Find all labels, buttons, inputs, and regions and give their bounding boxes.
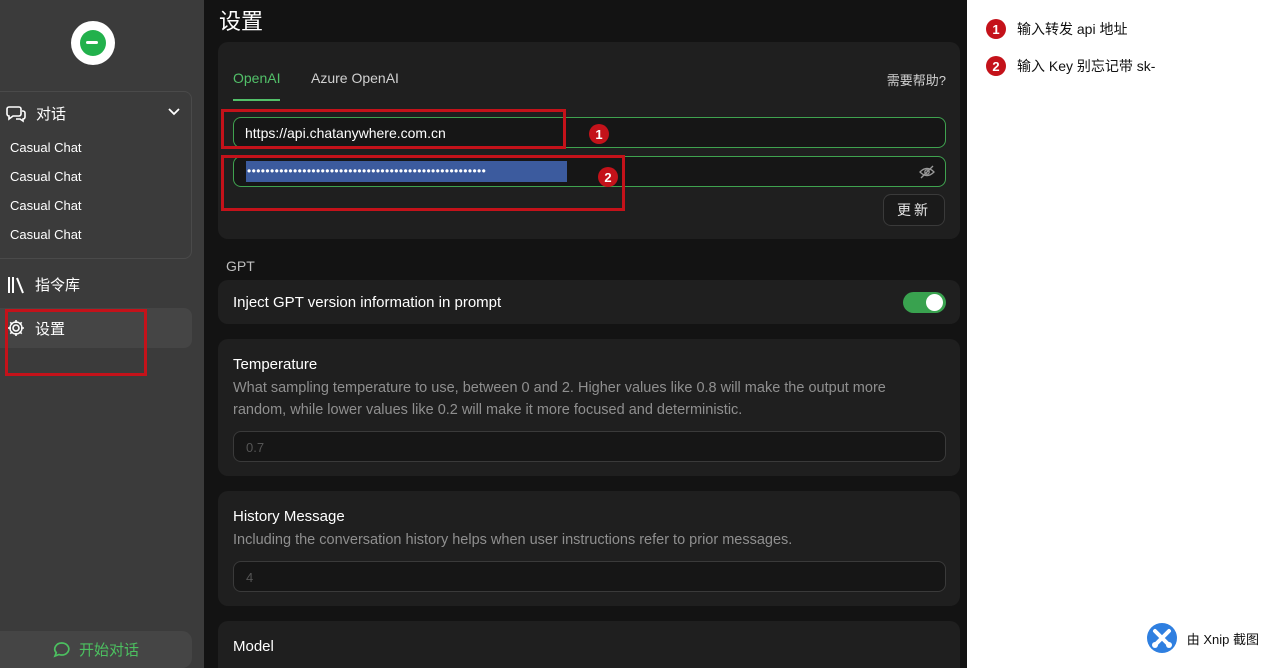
history-message-card: History Message Including the conversati… <box>218 491 960 606</box>
note-badge-2: 2 <box>986 56 1006 76</box>
logo-mark <box>80 30 108 56</box>
model-title: Model <box>233 638 274 655</box>
model-card: Model <box>218 621 960 668</box>
library-icon <box>6 275 26 295</box>
page-title: 设置 <box>219 9 264 34</box>
start-chat-button[interactable]: 开始对话 <box>0 631 192 668</box>
chat-list-item[interactable]: Casual Chat <box>10 169 82 184</box>
note-badge-1: 1 <box>986 19 1006 39</box>
note-1: 1 输入转发 api 地址 <box>986 19 1127 39</box>
temperature-title: Temperature <box>233 356 318 373</box>
history-message-input[interactable]: 4 <box>233 561 946 592</box>
tab-openai[interactable]: OpenAI <box>233 70 280 86</box>
sidebar-item-library[interactable]: 指令库 <box>6 274 80 295</box>
start-chat-label: 开始对话 <box>78 642 139 659</box>
note-2: 2 输入 Key 别忘记带 sk- <box>986 56 1155 76</box>
temperature-card: Temperature What sampling temperature to… <box>218 339 960 476</box>
chat-bubble-icon <box>6 103 26 123</box>
chat-list-item[interactable]: Casual Chat <box>10 140 82 155</box>
watermark-text: 由 Xnip 截图 <box>1186 631 1259 647</box>
active-tab-indicator <box>233 99 280 101</box>
history-message-description: Including the conversation history helps… <box>233 532 793 548</box>
tab-azure-openai[interactable]: Azure OpenAI <box>311 70 399 86</box>
update-button[interactable]: 更新 <box>883 194 945 226</box>
chevron-down-icon[interactable] <box>167 104 181 122</box>
annotation-badge-1: 1 <box>589 124 609 144</box>
note-1-text: 输入转发 api 地址 <box>1017 21 1128 37</box>
gpt-section-label: GPT <box>226 258 255 274</box>
chat-list-item[interactable]: Casual Chat <box>10 198 82 213</box>
history-message-placeholder: 4 <box>246 570 254 585</box>
app-window: 对话 Casual Chat Casual Chat Casual Chat C… <box>0 0 1280 668</box>
annotation-box-key <box>221 155 625 211</box>
temperature-placeholder: 0.7 <box>246 440 265 455</box>
notes-panel: 1 输入转发 api 地址 2 输入 Key 别忘记带 sk- 由 Xnip 截… <box>967 0 1280 668</box>
history-message-title: History Message <box>233 508 345 525</box>
settings-panel: 设置 OpenAI Azure OpenAI 需要帮助? https://api… <box>204 0 967 668</box>
app-logo <box>71 21 115 65</box>
chat-bubble-icon <box>53 641 71 659</box>
temperature-input[interactable]: 0.7 <box>233 431 946 462</box>
inject-version-label: Inject GPT version information in prompt <box>233 294 502 311</box>
xnip-logo-icon <box>1146 622 1178 654</box>
annotation-box-url <box>221 109 566 149</box>
chat-list-item[interactable]: Casual Chat <box>10 227 82 242</box>
sidebar-item-label: 指令库 <box>35 277 81 294</box>
inject-version-card: Inject GPT version information in prompt <box>218 280 960 324</box>
chat-group: 对话 Casual Chat Casual Chat Casual Chat C… <box>0 91 192 259</box>
help-link[interactable]: 需要帮助? <box>887 70 946 89</box>
annotation-badge-2: 2 <box>598 167 618 187</box>
annotation-box-settings <box>5 309 147 376</box>
inject-version-toggle[interactable] <box>903 292 946 313</box>
temperature-description: What sampling temperature to use, betwee… <box>233 380 886 418</box>
eye-off-icon[interactable] <box>919 164 935 180</box>
note-2-text: 输入 Key 别忘记带 sk- <box>1017 58 1156 74</box>
xnip-watermark: 由 Xnip 截图 <box>1146 622 1259 654</box>
chat-section-label: 对话 <box>36 105 67 123</box>
chat-section-header[interactable]: 对话 <box>6 102 183 124</box>
